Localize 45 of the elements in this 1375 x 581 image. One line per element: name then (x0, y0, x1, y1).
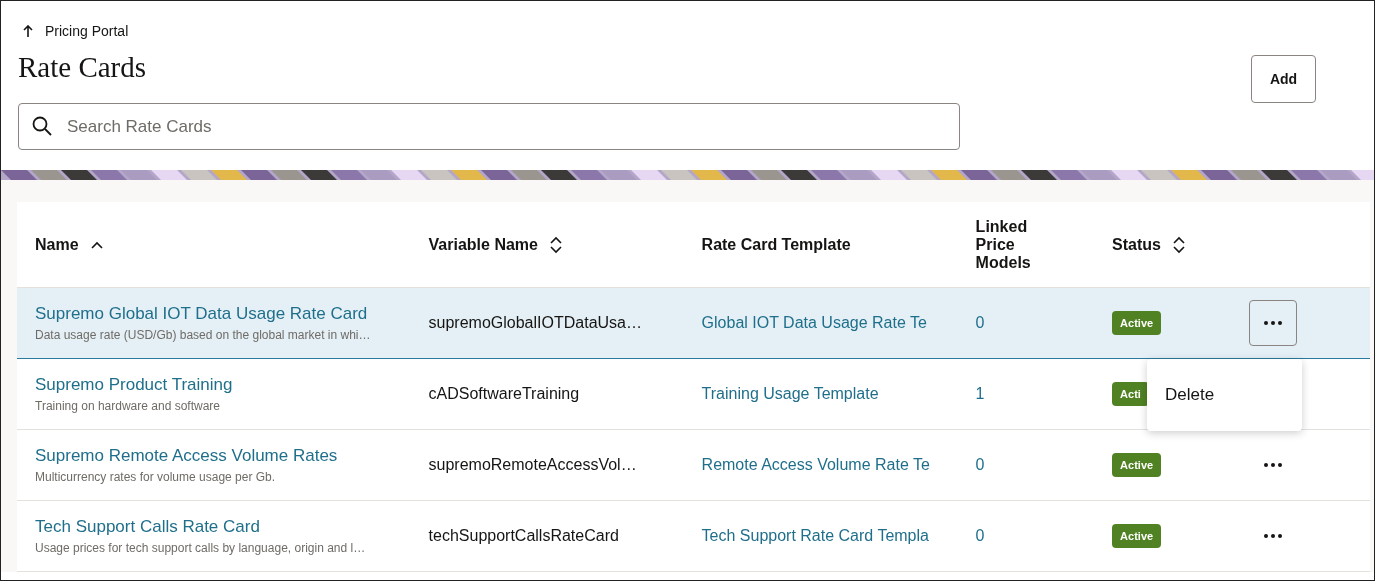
rate-card-link[interactable]: Supremo Global IOT Data Usage Rate Card (35, 303, 368, 324)
rate-card-description: Training on hardware and software (35, 398, 220, 413)
sort-ascending-icon[interactable] (90, 240, 103, 249)
template-link[interactable]: Tech Support Rate Card Templa (701, 527, 929, 544)
variable-name: supremoRemoteAccessVol… (428, 456, 637, 473)
linked-count: 1 (975, 385, 985, 402)
rate-card-description: Data usage rate (USD/Gb) based on the global market in whi… (35, 327, 371, 342)
column-header: Status (1112, 235, 1161, 254)
rate-card-link[interactable]: Tech Support Calls Rate Card (35, 516, 260, 537)
linked-count: 0 (975, 456, 985, 473)
linked-count: 0 (975, 314, 985, 331)
search-field[interactable]: Search Rate Cards (18, 103, 960, 150)
more-icon (1262, 320, 1283, 326)
column-header: Rate Card Template (701, 235, 851, 254)
template-link[interactable]: Training Usage Template (701, 385, 879, 402)
menu-item[interactable]: Delete (1147, 385, 1215, 405)
more-actions-button[interactable] (1248, 300, 1297, 346)
breadcrumb-link[interactable]: Pricing Portal (45, 23, 129, 39)
rate-card-link[interactable]: Supremo Remote Access Volume Rates (35, 445, 338, 466)
up-arrow-icon[interactable] (23, 25, 33, 37)
linked-count: 0 (975, 527, 985, 544)
template-link[interactable]: Global IOT Data Usage Rate Te (701, 314, 927, 331)
template-link[interactable]: Remote Access Volume Rate Te (701, 456, 930, 473)
column-header: Linked Price Models (975, 217, 1032, 272)
sort-icon[interactable] (549, 235, 562, 254)
rate-card-link[interactable]: Supremo Product Training (35, 374, 233, 395)
variable-name: techSupportCallsRateCard (428, 527, 619, 544)
table-row[interactable]: Tech Support Calls Rate Card Usage prices for tech support calls by language, origin and l… techSupportCallsRateCard Tech Support Rate Card Templa 0 Active (17, 500, 1370, 572)
rate-card-description: Usage prices for tech support calls by language, origin and l… (35, 540, 366, 555)
column-header: Variable Name (428, 235, 538, 254)
search-icon (32, 116, 52, 136)
more-icon (1262, 533, 1283, 539)
column-header: Name (35, 235, 79, 254)
page-title: Rate Cards (18, 51, 147, 84)
status-badge: Active (1112, 524, 1162, 548)
status-badge: Acti (1112, 382, 1149, 406)
variable-name: supremoGlobalIOTDataUsa… (428, 314, 642, 331)
table-row[interactable]: Supremo Global IOT Data Usage Rate Card Data usage rate (USD/Gb) based on the global market in whi… supremoGlobalIOTDataUsa… Global IOT Data Usage Rate Te 0 Active (17, 287, 1370, 359)
status-badge: Active (1112, 453, 1162, 477)
rate-card-description: Multicurrency rates for volume usage per Gb. (35, 469, 276, 484)
add-button[interactable]: Add (1251, 55, 1316, 103)
variable-name: cADSoftwareTraining (428, 385, 580, 402)
sort-icon[interactable] (1173, 235, 1185, 254)
more-icon (1262, 462, 1283, 468)
status-badge: Active (1112, 311, 1162, 335)
